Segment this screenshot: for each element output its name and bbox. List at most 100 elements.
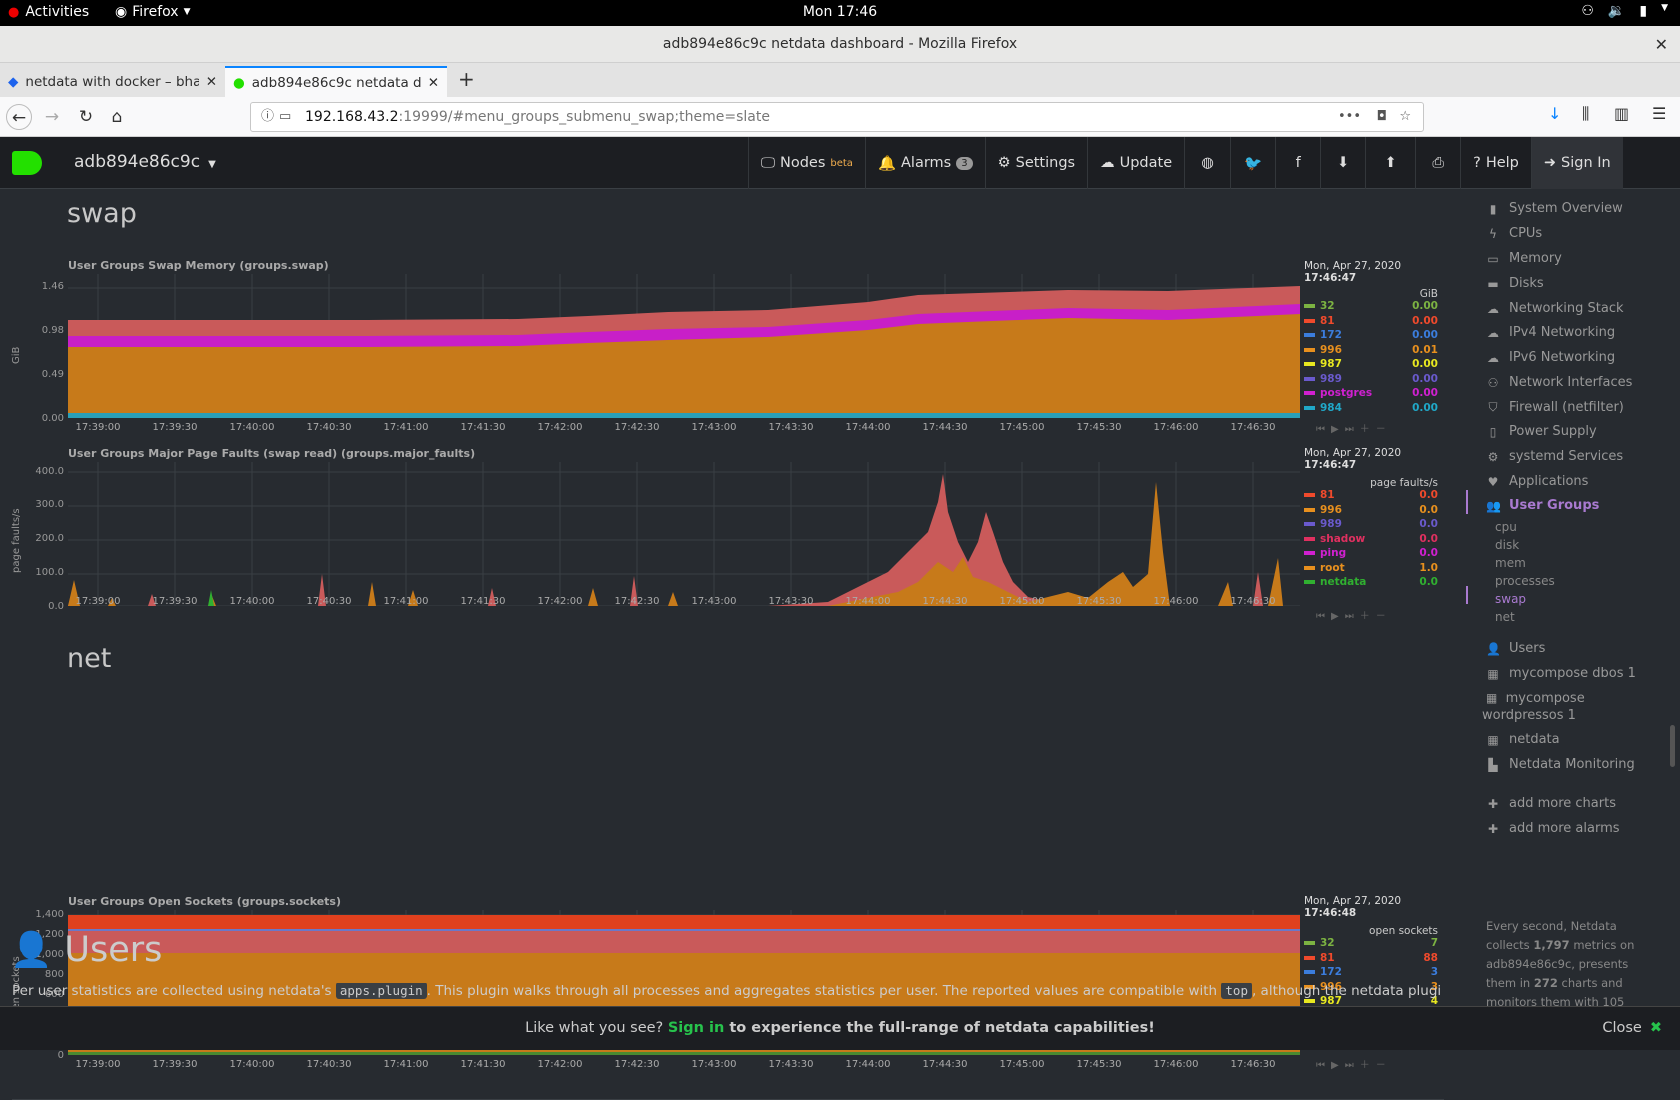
- x-tick: 17:45:30: [1076, 596, 1122, 607]
- sidebar-item-networking-stack[interactable]: ☁ Networking Stack: [1486, 301, 1624, 316]
- page-actions-icon[interactable]: •••: [1338, 103, 1361, 131]
- submenu-cpu[interactable]: cpu: [1495, 520, 1517, 534]
- sidebar-item-netdata-monitoring[interactable]: ▙ Netdata Monitoring: [1486, 757, 1634, 772]
- submenu-swap[interactable]: swap: [1495, 592, 1526, 606]
- battery-icon: ▮: [1639, 3, 1648, 19]
- x-tick: 17:44:30: [922, 596, 968, 607]
- sidebar-item-user-groups[interactable]: 👥 User Groups: [1486, 498, 1599, 513]
- sidebar-item-memory[interactable]: ▭ Memory: [1486, 251, 1562, 266]
- submenu-disk[interactable]: disk: [1495, 538, 1519, 552]
- settings-button[interactable]: ⚙ Settings: [984, 137, 1087, 189]
- nodes-button[interactable]: 🖵 Nodes beta: [748, 137, 865, 189]
- close-banner-button[interactable]: Close ✖: [1602, 1007, 1662, 1049]
- pocket-icon[interactable]: ◘: [1377, 103, 1387, 131]
- forward-button[interactable]: →: [39, 104, 65, 130]
- legend-row[interactable]: ping 0.0: [1304, 547, 1438, 562]
- legend-row[interactable]: 172 0.00: [1304, 329, 1438, 344]
- alarms-button[interactable]: 🔔 Alarms 3: [864, 137, 985, 189]
- sidebar-item-firewall[interactable]: ⛉ Firewall (netfilter): [1486, 400, 1623, 415]
- chart-controls[interactable]: ⏮▶⏭＋－: [1316, 1056, 1392, 1071]
- sidebar-item-system-overview[interactable]: ▮ System Overview: [1486, 201, 1623, 216]
- sidebar-item-disks[interactable]: ▬ Disks: [1486, 276, 1543, 291]
- star-icon[interactable]: ☆: [1399, 103, 1411, 131]
- cogs-icon: ⚙: [1487, 449, 1499, 464]
- home-button[interactable]: ⌂: [104, 104, 130, 130]
- sidebar-item-mycompose-wordpress[interactable]: ▦ mycompose wordpressos 1: [1482, 691, 1585, 723]
- sign-in-button[interactable]: ➜ Sign In: [1530, 137, 1623, 189]
- back-button[interactable]: ←: [6, 104, 32, 130]
- scrollbar-thumb[interactable]: [1670, 725, 1675, 767]
- legend-time: 17:46:48: [1304, 907, 1357, 919]
- legend-row[interactable]: 984 0.00: [1304, 402, 1438, 417]
- sidebar-item-users[interactable]: 👤 Users: [1486, 641, 1545, 656]
- import-button[interactable]: ⬇: [1320, 137, 1365, 189]
- major-faults-chart[interactable]: [68, 462, 1300, 606]
- menu-icon[interactable]: ☰: [1652, 104, 1666, 123]
- add-more-alarms-link[interactable]: ✚ add more alarms: [1486, 821, 1620, 836]
- tab-netdata-dashboard[interactable]: ● adb894e86c9c netdata da ✕: [225, 66, 447, 97]
- submenu-mem[interactable]: mem: [1495, 556, 1526, 570]
- submenu-processes[interactable]: processes: [1495, 574, 1555, 588]
- sidebar-item-network-interfaces[interactable]: ⚇ Network Interfaces: [1486, 375, 1633, 390]
- clock[interactable]: Mon 17:46: [0, 4, 1680, 20]
- sidebar-item-power-supply[interactable]: ▯ Power Supply: [1486, 424, 1597, 439]
- legend-row[interactable]: 989 0.0: [1304, 518, 1438, 533]
- legend-row[interactable]: root 1.0: [1304, 562, 1438, 577]
- sidebar-item-mycompose-dbos[interactable]: ▦ mycompose dbos 1: [1486, 666, 1636, 681]
- grid-icon: ▦: [1487, 732, 1499, 747]
- info-icon[interactable]: ⓘ: [261, 103, 274, 131]
- sidebar-item-cpus[interactable]: ϟ CPUs: [1486, 226, 1542, 241]
- sidebar-item-systemd[interactable]: ⚙ systemd Services: [1486, 449, 1624, 464]
- close-window-icon[interactable]: ✕: [1655, 26, 1668, 63]
- sidebar-item-ipv4[interactable]: ☁ IPv4 Networking: [1486, 325, 1615, 340]
- update-button[interactable]: ☁ Update: [1087, 137, 1184, 189]
- sign-in-link[interactable]: Sign in: [668, 1020, 724, 1036]
- hostname-dropdown[interactable]: adb894e86c9c ▼: [74, 152, 216, 172]
- help-button[interactable]: ? Help: [1460, 137, 1531, 189]
- sidebar-icon[interactable]: ▥: [1614, 104, 1629, 123]
- chart-controls[interactable]: ⏮▶⏭＋－: [1316, 607, 1392, 622]
- url-bar[interactable]: ⓘ ▭ 192.168.43.2:19999/#menu_groups_subm…: [250, 102, 1424, 132]
- sidebar-item-applications[interactable]: ♥ Applications: [1486, 474, 1589, 489]
- tab-netdata-docker[interactable]: ◆ netdata with docker – bha ✕: [0, 66, 225, 97]
- submenu-net[interactable]: net: [1495, 610, 1515, 624]
- twitter-button[interactable]: 🐦: [1230, 137, 1275, 189]
- library-icon[interactable]: ⫼: [1582, 104, 1589, 124]
- close-tab-icon[interactable]: ✕: [428, 75, 439, 91]
- download-icon: ⬇: [1337, 155, 1350, 171]
- legend-row[interactable]: 32 7: [1304, 937, 1438, 952]
- chevron-down-icon: ▼: [1661, 3, 1668, 13]
- legend-row[interactable]: 987 0.00: [1304, 358, 1438, 373]
- chart-title: User Groups Major Page Faults (swap read…: [68, 447, 476, 460]
- legend-row[interactable]: 32 0.00: [1304, 300, 1438, 315]
- github-button[interactable]: ◍: [1184, 137, 1230, 189]
- download-icon[interactable]: ↓: [1548, 104, 1561, 123]
- x-tick: 17:45:00: [999, 1059, 1045, 1070]
- user-icon: 👤: [1486, 641, 1501, 656]
- legend-row[interactable]: 81 0.00: [1304, 315, 1438, 330]
- legend-row[interactable]: netdata 0.0: [1304, 576, 1438, 591]
- chart-controls[interactable]: ⏮▶⏭＋－: [1316, 420, 1392, 435]
- legend-row[interactable]: postgres 0.00: [1304, 387, 1438, 402]
- y-tick: 0: [57, 1050, 64, 1061]
- add-more-charts-link[interactable]: ✚ add more charts: [1486, 796, 1616, 811]
- y-tick: 0.0: [48, 601, 64, 612]
- legend-row[interactable]: 989 0.00: [1304, 373, 1438, 388]
- swap-memory-chart[interactable]: [68, 274, 1300, 418]
- facebook-button[interactable]: f: [1275, 137, 1320, 189]
- print-button[interactable]: ⎙: [1415, 137, 1460, 189]
- export-button[interactable]: ⬆: [1365, 137, 1415, 189]
- legend-row[interactable]: 172 3: [1304, 966, 1438, 981]
- reload-button[interactable]: ↻: [73, 104, 99, 130]
- system-tray[interactable]: ⚇ 🔉 ▮ ▼: [1581, 3, 1668, 19]
- legend-row[interactable]: 996 0.0: [1304, 504, 1438, 519]
- new-tab-button[interactable]: +: [458, 67, 475, 91]
- sidebar-item-netdata[interactable]: ▦ netdata: [1486, 732, 1559, 747]
- legend-row[interactable]: 996 0.01: [1304, 344, 1438, 359]
- legend-row[interactable]: 81 0.0: [1304, 489, 1438, 504]
- close-tab-icon[interactable]: ✕: [206, 74, 217, 90]
- sidebar-item-ipv6[interactable]: ☁ IPv6 Networking: [1486, 350, 1615, 365]
- legend-row[interactable]: shadow 0.0: [1304, 533, 1438, 548]
- legend-row[interactable]: 81 88: [1304, 952, 1438, 967]
- netdata-logo[interactable]: [12, 151, 42, 175]
